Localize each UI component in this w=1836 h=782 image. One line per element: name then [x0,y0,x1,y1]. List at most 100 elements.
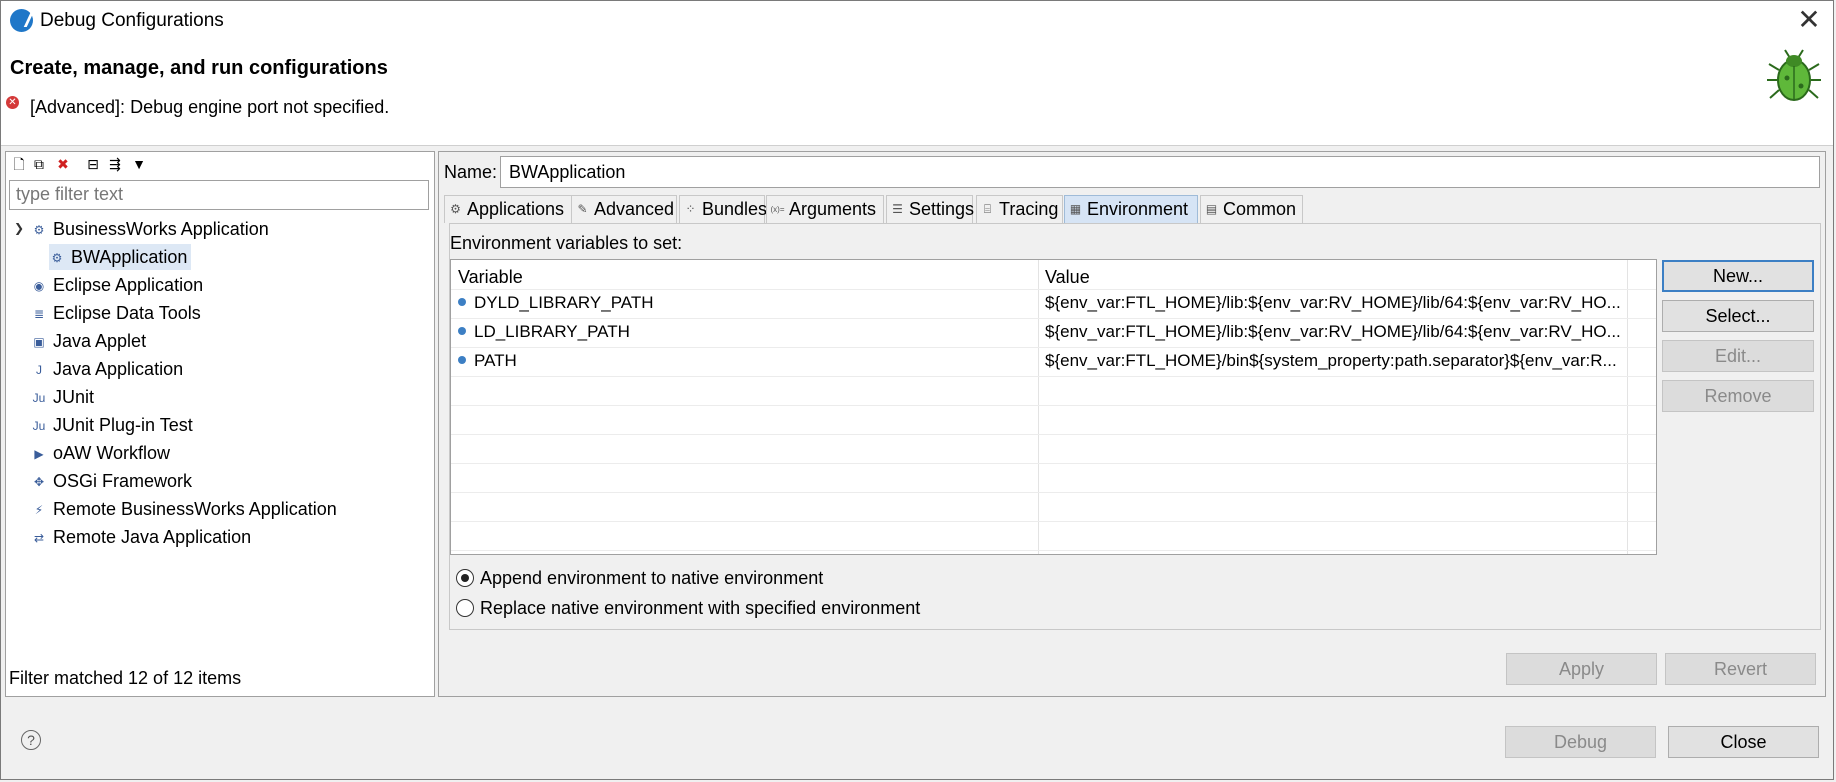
remove-button[interactable]: Remove [1662,380,1814,412]
append-env-radio[interactable] [456,569,474,587]
tree-item[interactable]: ⚙ BusinessWorks Application [31,216,269,242]
row-divider [451,376,1656,377]
debug-bug-icon [1767,49,1821,101]
common-tab-icon: ▤ [1205,202,1218,216]
tree-item[interactable]: ⇄ Remote Java Application [31,524,251,550]
tree-item-label: oAW Workflow [53,443,171,463]
env-var-value[interactable]: ${env_var:FTL_HOME}/lib:${env_var:RV_HOM… [1045,293,1623,313]
tree-item[interactable]: J Java Application [31,356,183,382]
tree-item[interactable]: ⚙ BWApplication [49,244,192,270]
tree-item-label: Remote BusinessWorks Application [53,499,337,519]
tree-item[interactable]: ◉ Eclipse Application [31,272,203,298]
advanced-tab-icon: ✎ [577,202,588,216]
row-divider [451,289,1656,290]
expand-arrow-icon[interactable]: ❯ [14,221,24,235]
name-input[interactable]: BWApplication [500,156,1820,188]
revert-button[interactable]: Revert [1665,653,1816,685]
tab-environment[interactable]: ▦ Environment [1064,195,1198,223]
filter-input[interactable]: type filter text [9,180,429,210]
env-var-icon [458,356,466,364]
env-vars-label: Environment variables to set: [450,233,683,253]
tree-item[interactable]: Ju JUnit [31,384,94,410]
eclipse-app-icon [10,9,33,32]
tree-item[interactable]: ✥ OSGi Framework [31,468,192,494]
tab-tracing[interactable]: ⌸ Tracing [976,195,1063,223]
filter-config-icon[interactable]: ⇶ [106,155,124,173]
tab-label: Advanced [594,199,675,219]
tree-item-label: Eclipse Application [53,275,204,295]
junit-plugin-icon: Ju [32,419,46,434]
tree-item[interactable]: ▶ oAW Workflow [31,440,170,466]
row-divider [451,347,1656,348]
debug-button[interactable]: Debug [1505,726,1656,758]
collapse-all-icon[interactable]: ⊟ [84,155,102,173]
env-var-icon [458,298,466,306]
env-var-name[interactable]: LD_LIBRARY_PATH [474,322,1029,342]
tab-advanced[interactable]: ✎ Advanced [571,195,677,223]
help-icon[interactable]: ? [21,730,41,750]
edit-button[interactable]: Edit... [1662,340,1814,372]
window-title: Debug Configurations [40,10,224,31]
tab-label: Tracing [999,199,1059,219]
tab-label: Arguments [789,199,877,219]
select-button[interactable]: Select... [1662,300,1814,332]
tree-item[interactable]: ⚡ Remote BusinessWorks Application [31,496,337,522]
env-var-name[interactable]: DYLD_LIBRARY_PATH [474,293,1029,313]
bundles-tab-icon: ⁘ [685,202,696,216]
row-divider [451,521,1656,522]
tab-applications[interactable]: ⚙ Applications [444,195,572,223]
new-button[interactable]: New... [1662,260,1814,292]
column-divider [1627,260,1628,554]
tab-label: Settings [909,199,975,219]
tree-item-label: BusinessWorks Application [53,219,269,239]
bw-app-icon: ⚙ [33,223,45,238]
tree-item-label: Eclipse Data Tools [53,303,201,323]
replace-env-label[interactable]: Replace native environment with specifie… [480,598,920,619]
title-bar [1,1,1833,41]
tree-item-label: Remote Java Application [53,527,252,547]
eclipse-icon: ◉ [33,279,45,294]
tree-item-label: JUnit [53,387,95,407]
tree-item-label: Java Application [53,359,184,379]
row-divider [451,318,1656,319]
append-env-label[interactable]: Append environment to native environment [480,568,823,589]
osgi-icon: ✥ [33,475,45,490]
apply-button[interactable]: Apply [1506,653,1657,685]
env-var-name[interactable]: PATH [474,351,1029,371]
close-window-icon[interactable]: ✕ [1795,6,1823,34]
row-divider [451,463,1656,464]
row-divider [451,405,1656,406]
row-divider [451,550,1656,551]
row-divider [451,434,1656,435]
view-menu-icon[interactable]: ▼ [130,155,148,173]
filter-status: Filter matched 12 of 12 items [9,668,242,688]
remote-java-icon: ⇄ [33,531,45,546]
delete-config-icon[interactable]: ✖ [54,155,72,173]
header-title: Create, manage, and run configurations [10,57,388,79]
column-divider [1038,260,1039,554]
new-config-icon[interactable]: 🗋 [10,155,28,173]
tab-bundles[interactable]: ⁘ Bundles [679,195,767,223]
tree-item-label: OSGi Framework [53,471,193,491]
tree-item-label: BWApplication [71,247,188,267]
arguments-tab-icon: (x)= [770,205,785,214]
environment-tab-icon: ▦ [1069,202,1082,216]
close-button[interactable]: Close [1668,726,1819,758]
tree-item[interactable]: ▣ Java Applet [31,328,146,354]
tab-common[interactable]: ▤ Common [1200,195,1303,223]
column-header-value[interactable]: Value [1045,267,1090,288]
tab-settings[interactable]: ☰ Settings [886,195,975,223]
env-var-value[interactable]: ${env_var:FTL_HOME}/lib:${env_var:RV_HOM… [1045,322,1623,342]
remote-bw-icon: ⚡ [34,503,44,518]
tree-item[interactable]: Ju JUnit Plug-in Test [31,412,193,438]
tab-arguments[interactable]: (x)= Arguments [766,195,884,223]
duplicate-config-icon[interactable]: ⧉ [30,155,48,173]
env-var-value[interactable]: ${env_var:FTL_HOME}/bin${system_property… [1045,351,1623,371]
replace-env-radio[interactable] [456,599,474,617]
tab-label: Environment [1087,199,1189,219]
tree-item[interactable]: ≣ Eclipse Data Tools [31,300,201,326]
applications-tab-icon: ⚙ [450,202,461,216]
tab-label: Common [1223,199,1297,219]
column-header-variable[interactable]: Variable [458,267,523,288]
tab-label: Applications [467,199,565,219]
